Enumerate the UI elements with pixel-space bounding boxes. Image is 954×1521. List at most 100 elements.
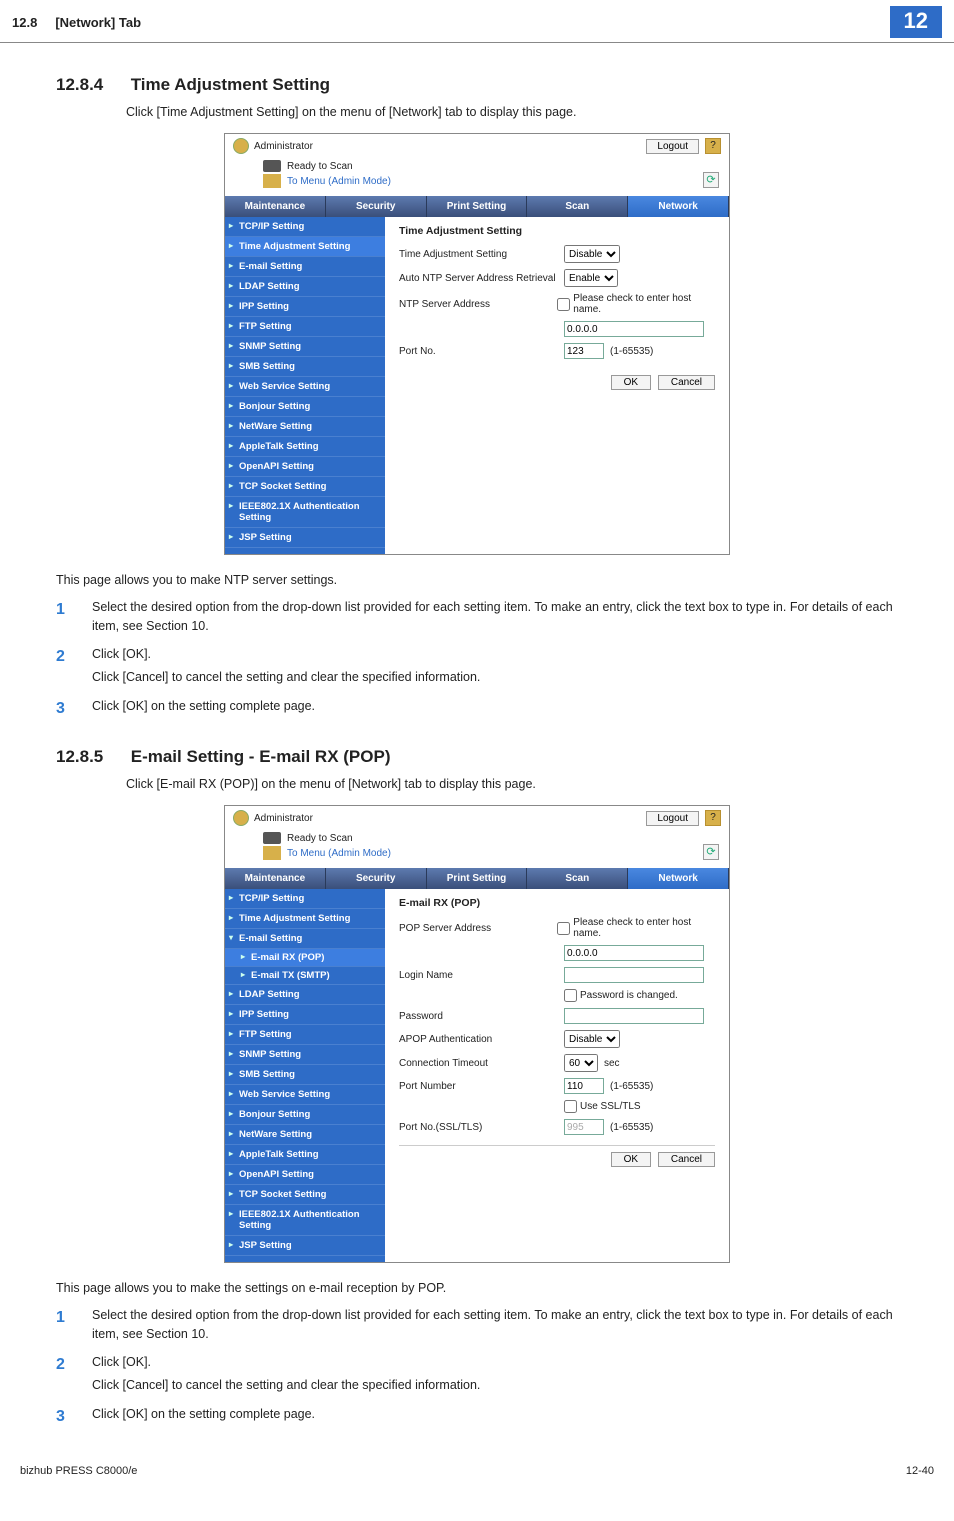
nav-ieee8021x[interactable]: IEEE802.1X Authentication Setting <box>225 1205 385 1236</box>
ntp-address-input[interactable] <box>564 321 704 337</box>
nav-jsp[interactable]: JSP Setting <box>225 1236 385 1256</box>
s2-step3-num: 3 <box>56 1405 92 1429</box>
port-no-label: Port No. <box>399 346 564 357</box>
section-2-title: E-mail Setting - E-mail RX (POP) <box>131 747 391 766</box>
nav-appletalk[interactable]: AppleTalk Setting <box>225 437 385 457</box>
nav-tcpip[interactable]: TCP/IP Setting <box>225 217 385 237</box>
help-icon[interactable]: ? <box>705 138 721 154</box>
screenshot-time-adjustment: Administrator Logout ? Ready to Scan To … <box>224 133 730 555</box>
nav-time-adjustment[interactable]: Time Adjustment Setting <box>225 237 385 257</box>
nav-snmp[interactable]: SNMP Setting <box>225 1045 385 1065</box>
nav-netware[interactable]: NetWare Setting <box>225 417 385 437</box>
auto-ntp-select[interactable]: Enable <box>564 269 618 287</box>
nav-webservice[interactable]: Web Service Setting <box>225 377 385 397</box>
section-2-desc: This page allows you to make the setting… <box>56 1279 898 1298</box>
port-no-input[interactable] <box>564 343 604 359</box>
apop-auth-select[interactable]: Disable <box>564 1030 620 1048</box>
use-ssl-checkbox[interactable] <box>564 1100 577 1113</box>
section-2-heading: 12.8.5 E-mail Setting - E-mail RX (POP) <box>56 747 898 767</box>
ok-button[interactable]: OK <box>611 1152 651 1167</box>
nav-email-rx-pop[interactable]: E-mail RX (POP) <box>225 949 385 967</box>
nav-bonjour[interactable]: Bonjour Setting <box>225 1105 385 1125</box>
tab-maintenance[interactable]: Maintenance <box>225 868 326 889</box>
printer-icon <box>263 832 281 844</box>
nav-smb[interactable]: SMB Setting <box>225 357 385 377</box>
port-number-input[interactable] <box>564 1078 604 1094</box>
ok-button[interactable]: OK <box>611 375 651 390</box>
nav-snmp[interactable]: SNMP Setting <box>225 337 385 357</box>
tab-maintenance[interactable]: Maintenance <box>225 196 326 217</box>
admin-icon <box>233 810 249 826</box>
port-number-hint: (1-65535) <box>610 1081 653 1092</box>
nav-smb[interactable]: SMB Setting <box>225 1065 385 1085</box>
tab-security[interactable]: Security <box>326 868 427 889</box>
section-1-title: Time Adjustment Setting <box>131 75 330 94</box>
nav-netware[interactable]: NetWare Setting <box>225 1125 385 1145</box>
time-adjust-select[interactable]: Disable <box>564 245 620 263</box>
pop-server-input[interactable] <box>564 945 704 961</box>
nav-jsp[interactable]: JSP Setting <box>225 528 385 548</box>
nav-appletalk[interactable]: AppleTalk Setting <box>225 1145 385 1165</box>
help-icon[interactable]: ? <box>705 810 721 826</box>
tab-network[interactable]: Network <box>628 196 729 217</box>
tab-scan[interactable]: Scan <box>527 868 628 889</box>
status-ready-label: Ready to Scan <box>287 161 353 172</box>
port-ssl-input[interactable] <box>564 1119 604 1135</box>
refresh-icon[interactable]: ⟳ <box>703 844 719 860</box>
shot1-main: Time Adjustment Setting Time Adjustment … <box>385 217 729 554</box>
refresh-icon[interactable]: ⟳ <box>703 172 719 188</box>
nav-ftp[interactable]: FTP Setting <box>225 317 385 337</box>
nav-email-tx-smtp[interactable]: E-mail TX (SMTP) <box>225 967 385 985</box>
nav-email[interactable]: E-mail Setting <box>225 929 385 949</box>
printer-icon <box>263 160 281 172</box>
pop-hostname-checkbox[interactable] <box>557 922 570 935</box>
section-1-desc: This page allows you to make NTP server … <box>56 571 898 590</box>
footer-product: bizhub PRESS C8000/e <box>20 1465 906 1477</box>
hostname-checkbox[interactable] <box>557 298 570 311</box>
nav-tcpsocket[interactable]: TCP Socket Setting <box>225 477 385 497</box>
footer-pageno: 12-40 <box>906 1465 934 1477</box>
tab-network[interactable]: Network <box>628 868 729 889</box>
section-1-heading: 12.8.4 Time Adjustment Setting <box>56 75 898 95</box>
nav-ftp[interactable]: FTP Setting <box>225 1025 385 1045</box>
tab-print-setting[interactable]: Print Setting <box>427 196 528 217</box>
nav-tcpip[interactable]: TCP/IP Setting <box>225 889 385 909</box>
conn-timeout-select[interactable]: 60 <box>564 1054 598 1072</box>
nav-ldap[interactable]: LDAP Setting <box>225 985 385 1005</box>
admin-label: Administrator <box>254 141 646 152</box>
nav-tcpsocket[interactable]: TCP Socket Setting <box>225 1185 385 1205</box>
logout-button[interactable]: Logout <box>646 811 699 826</box>
tab-scan[interactable]: Scan <box>527 196 628 217</box>
shot1-status: Ready to Scan To Menu (Admin Mode) ⟳ <box>225 158 729 196</box>
s1-step1-num: 1 <box>56 598 92 636</box>
tab-security[interactable]: Security <box>326 196 427 217</box>
pop-hostname-cb-label: Please check to enter host name. <box>573 917 715 939</box>
shot2-header: Administrator Logout ? <box>225 806 729 830</box>
admin-icon <box>233 138 249 154</box>
port-ssl-hint: (1-65535) <box>610 1122 653 1133</box>
nav-time-adjustment[interactable]: Time Adjustment Setting <box>225 909 385 929</box>
to-menu-link[interactable]: To Menu (Admin Mode) <box>287 176 391 187</box>
s2-step1-text: Select the desired option from the drop-… <box>92 1306 898 1344</box>
nav-email[interactable]: E-mail Setting <box>225 257 385 277</box>
login-name-input[interactable] <box>564 967 704 983</box>
nav-openapi[interactable]: OpenAPI Setting <box>225 457 385 477</box>
nav-bonjour[interactable]: Bonjour Setting <box>225 397 385 417</box>
nav-ldap[interactable]: LDAP Setting <box>225 277 385 297</box>
to-menu-link[interactable]: To Menu (Admin Mode) <box>287 848 391 859</box>
s2-step2-sub: Click [Cancel] to cancel the setting and… <box>92 1376 898 1395</box>
nav-webservice[interactable]: Web Service Setting <box>225 1085 385 1105</box>
nav-openapi[interactable]: OpenAPI Setting <box>225 1165 385 1185</box>
header-section-num: 12.8 <box>12 15 37 30</box>
chapter-badge: 12 <box>890 6 942 38</box>
tab-print-setting[interactable]: Print Setting <box>427 868 528 889</box>
nav-ipp[interactable]: IPP Setting <box>225 297 385 317</box>
password-changed-label: Password is changed. <box>580 990 678 1001</box>
cancel-button[interactable]: Cancel <box>658 1152 715 1167</box>
nav-ipp[interactable]: IPP Setting <box>225 1005 385 1025</box>
nav-ieee8021x[interactable]: IEEE802.1X Authentication Setting <box>225 497 385 528</box>
password-changed-checkbox[interactable] <box>564 989 577 1002</box>
logout-button[interactable]: Logout <box>646 139 699 154</box>
password-input[interactable] <box>564 1008 704 1024</box>
cancel-button[interactable]: Cancel <box>658 375 715 390</box>
